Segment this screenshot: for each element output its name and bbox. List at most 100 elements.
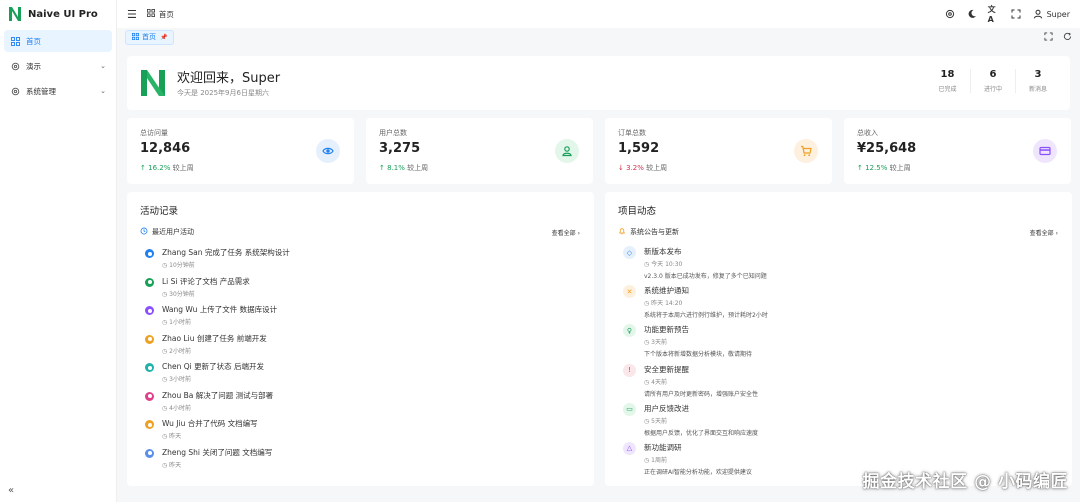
welcome-title: 欢迎回来，Super [177,71,281,86]
trend-percent: 12.5% [865,164,888,172]
welcome-date: 今天是 2025年9月6日星期六 [177,89,269,97]
panel-subtitle-label: 最近用户活动 [152,228,194,236]
stat-label: 新消息 [1028,86,1047,93]
activity-text: Zhang San 完成了任务 系统架构设计 [162,248,290,257]
project-time: ◷ 4天前 [644,378,667,386]
project-desc: 根据用户反馈，优化了界面交互和响应速度 [644,429,759,437]
panel-title: 项目动态 [618,206,657,217]
fullscreen-icon[interactable] [1044,31,1053,43]
activity-time: ◷ 10分钟前 [162,262,195,269]
header-actions: 文A Super [944,5,1070,24]
list-item[interactable]: ◇ 新版本发布 ◷ 今天 10:30 v2.3.0 版本已成功发布，修复了多个已… [623,246,768,285]
settings-icon[interactable] [944,8,956,20]
stat-value: ¥25,648 [857,141,917,156]
list-item[interactable]: Zhao Liu 创建了任务 前端开发 ◷ 2小时前 [145,333,290,362]
sidebar-item-system[interactable]: 系统管理 ⌄ [4,80,112,102]
stat-label: 订单总数 [618,129,646,137]
stat-trend: ↑ 12.5% 较上周 [857,163,911,173]
fullscreen-icon[interactable] [1010,8,1022,20]
stat-value: 3 [1034,69,1042,80]
translate-icon[interactable]: 文A [988,5,1000,24]
list-item[interactable]: Li Si 评论了文档 产品需求 ◷ 30分钟前 [145,276,290,305]
moon-icon[interactable] [966,8,978,20]
user-name: Super [1046,9,1070,19]
project-title: 用户反馈改进 [644,403,689,413]
activity-text: Zhou Ba 解决了问题 测试与部署 [162,390,274,400]
project-desc: 正在调研AI智能分析功能，欢迎提供建议 [644,468,752,476]
activity-text: Chen Qi 更新了状态 后端开发 [162,362,264,371]
activity-time: ◷ 30分钟前 [162,290,195,298]
arrow-down-icon: ↓ [618,164,624,172]
dashboard-icon [132,32,139,42]
panel-title: 活动记录 [140,206,179,217]
trend-percent: 16.2% [148,164,171,172]
refresh-icon[interactable] [1063,32,1072,43]
double-chevron-left-icon[interactable]: « [8,485,14,496]
list-item[interactable]: Wang Wu 上传了文件 数据库设计 ◷ 1小时前 [145,304,290,333]
stat-trend: ↑ 16.2% 较上周 [140,163,194,173]
stat-label: 总收入 [857,129,878,137]
list-item[interactable]: Wu Jiu 合并了代码 文档编写 ◷ 昨天 [145,418,290,447]
list-item[interactable]: Zhang San 完成了任务 系统架构设计 ◷ 10分钟前 [145,247,290,276]
project-title: 新功能调研 [644,442,682,452]
avatar-icon [145,334,154,344]
app-title: Naive UI Pro [28,8,98,20]
project-time: ◷ 今天 10:30 [644,261,683,268]
tab-home[interactable]: 首页 📌 [125,29,175,45]
list-item[interactable]: ♀ 功能更新预告 ◷ 3天前 下个版本将新增数据分析模块，敬请期待 [623,324,768,363]
stat-card-revenue: 总收入 ¥25,648 ↑ 12.5% 较上周 [844,118,1071,184]
stat-card-users: 用户总数 3,275 ↑ 8.1% 较上周 [366,118,593,184]
list-item[interactable]: Zhou Ba 解决了问题 测试与部署 ◷ 4小时前 [145,390,290,419]
breadcrumb[interactable]: 首页 [146,9,174,20]
bulb-icon: ♀ [623,324,636,338]
stat-value: 3,275 [379,141,421,156]
sidebar-menu: 首页 演示 ⌄ 系统管理 ⌄ [0,28,116,107]
view-all-link[interactable]: 查看全部 › [1030,228,1058,237]
arrow-up-icon: ↑ [140,164,146,172]
tab-label: 首页 [142,33,156,41]
chevron-down-icon: ⌄ [100,62,106,70]
activity-panel: 活动记录 最近用户活动 查看全部 › Zhang San 完成了任务 系统架构设… [127,192,594,486]
stat-completed: 18 已完成 [925,69,970,93]
view-all-link[interactable]: 查看全部 › [552,228,580,237]
stat-card-orders: 订单总数 1,592 ↓ 3.2% 较上周 [605,118,832,184]
history-icon [140,227,148,237]
stat-value: 12,846 [140,141,191,156]
user-icon [555,139,579,163]
activity-text: Zheng Shi 关闭了问题 文档编写 [162,447,273,457]
sidebar-item-demo[interactable]: 演示 ⌄ [4,55,112,77]
card-icon [1033,139,1057,163]
panel-subtitle-label: 系统公告与更新 [630,228,679,236]
project-title: 功能更新预告 [644,325,689,335]
stat-label: 总访问量 [140,129,168,137]
naive-logo-icon [9,7,21,21]
pin-icon[interactable]: 📌 [160,34,167,41]
tab-bar: 首页 📌 [117,28,1080,46]
tab-actions [1044,31,1072,43]
chevron-down-icon: ⌄ [100,87,106,95]
user-menu[interactable]: Super [1032,8,1070,20]
menu-toggle-icon[interactable]: ☰ [127,8,137,21]
list-item[interactable]: Chen Qi 更新了状态 后端开发 ◷ 3小时前 [145,361,290,390]
list-item[interactable]: ▭ 用户反馈改进 ◷ 5天前 根据用户反馈，优化了界面交互和响应速度 [623,402,768,442]
sidebar-item-home[interactable]: 首页 [4,30,112,52]
list-item[interactable]: △ 新功能调研 ◷ 1周前 正在调研AI智能分析功能，欢迎提供建议 [623,441,768,481]
logo[interactable]: Naive UI Pro [0,0,116,28]
gear-icon [10,86,20,96]
dashboard-icon [146,9,155,19]
naive-logo-icon [141,70,165,96]
project-time: ◷ 昨天 14:20 [644,300,683,308]
trend-percent: 8.1% [387,164,405,172]
list-item[interactable]: Zheng Shi 关闭了问题 文档编写 ◷ 昨天 [145,447,290,476]
list-item[interactable]: ✕ 系统维护通知 ◷ 昨天 14:20 系统将于本周六进行例行维护，预计耗时2小… [623,285,768,324]
project-desc: v2.3.0 版本已成功发布，修复了多个已知问题 [644,273,767,280]
trend-compare: 较上周 [407,164,429,172]
stat-value: 18 [940,69,955,80]
activity-list: Zhang San 完成了任务 系统架构设计 ◷ 10分钟前 Li Si 评论了… [145,247,290,475]
activity-text: Zhao Liu 创建了任务 前端开发 [162,333,267,343]
bell-icon [618,227,626,237]
project-desc: 请所有用户及时更新密码，增强账户安全性 [644,390,759,398]
cart-icon [794,139,818,163]
watermark: 掘金技术社区 @ 小码编匠 [862,472,1068,492]
list-item[interactable]: ! 安全更新提醒 ◷ 4天前 请所有用户及时更新密码，增强账户安全性 [623,363,768,403]
